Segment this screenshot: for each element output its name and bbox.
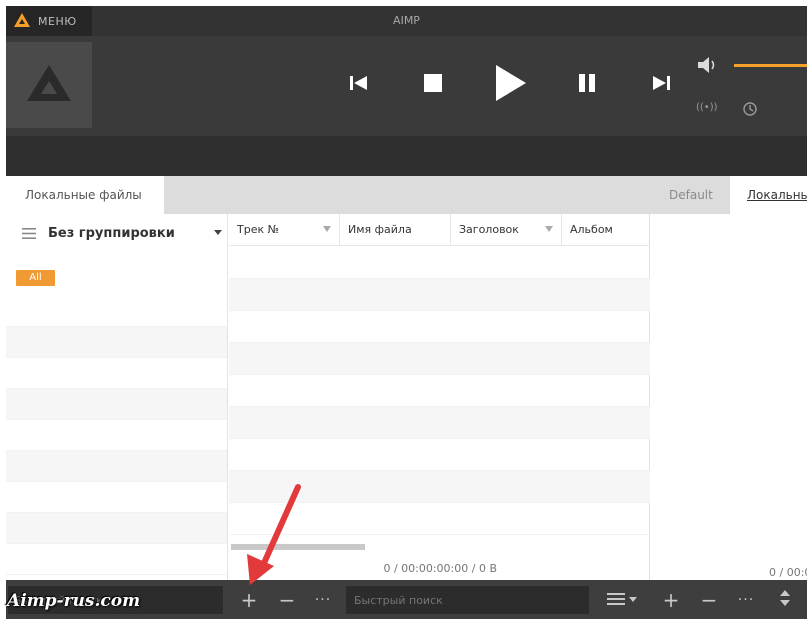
radio-icon[interactable]: ((•)) xyxy=(696,102,718,113)
playlist-remove-button[interactable]: − xyxy=(698,586,720,614)
pause-button[interactable] xyxy=(564,62,610,108)
add-files-button[interactable]: + xyxy=(238,586,260,614)
titlebar: МЕНЮ AIMP xyxy=(6,6,807,36)
column-label: Заголовок xyxy=(459,223,519,236)
playlist-menu-button[interactable] xyxy=(602,586,642,614)
column-title[interactable]: Заголовок xyxy=(451,214,562,246)
filter-icon[interactable] xyxy=(545,226,553,232)
group-list xyxy=(6,296,227,575)
all-filter-badge[interactable]: All xyxy=(16,270,55,286)
tab-local-files[interactable]: Локальные файлы xyxy=(6,176,164,214)
grouping-label: Без группировки xyxy=(48,225,175,241)
playlist-more-button[interactable]: ··· xyxy=(735,586,757,614)
aimp-window: МЕНЮ AIMP ((•)) Локальные файлы Default … xyxy=(6,6,807,619)
list-item xyxy=(6,389,227,420)
playlist-status: 0 / 00:00 xyxy=(769,566,807,579)
column-filename[interactable]: Имя файла xyxy=(340,214,451,246)
list-item xyxy=(6,513,227,544)
clock-icon[interactable] xyxy=(742,101,758,117)
table-row xyxy=(229,503,650,535)
aimp-logo-icon xyxy=(27,65,71,105)
list-item xyxy=(6,482,227,513)
tab-bar: Локальные файлы Default Локальные xyxy=(6,176,807,214)
library-more-button[interactable]: ··· xyxy=(312,586,334,614)
column-label: Имя файла xyxy=(348,223,412,236)
list-item xyxy=(6,420,227,451)
grouping-pane: Без группировки All xyxy=(6,214,228,580)
playlist-search-input[interactable] xyxy=(346,586,589,614)
pause-icon xyxy=(578,74,596,96)
track-list-header: Трек № Имя файла Заголовок Альбом xyxy=(229,214,650,246)
play-button[interactable] xyxy=(486,62,536,108)
play-icon xyxy=(496,65,526,105)
chevron-down-icon xyxy=(214,230,222,235)
playlist-add-button[interactable]: + xyxy=(660,586,682,614)
library-status: 0 / 00:00:00:00 / 0 B xyxy=(383,562,497,575)
sort-icon xyxy=(780,590,790,610)
table-row xyxy=(229,439,650,471)
next-icon xyxy=(652,75,670,95)
horizontal-scrollbar[interactable] xyxy=(231,544,365,550)
remove-files-button[interactable]: − xyxy=(276,586,298,614)
table-row xyxy=(229,279,650,311)
table-row xyxy=(229,311,650,343)
menu-button[interactable]: МЕНЮ xyxy=(6,6,92,36)
table-row xyxy=(229,375,650,407)
sort-button[interactable] xyxy=(774,586,796,614)
list-item xyxy=(6,358,227,389)
list-item xyxy=(6,296,227,327)
list-item xyxy=(6,451,227,482)
prev-icon xyxy=(350,75,368,95)
hamburger-icon xyxy=(22,224,36,243)
table-row xyxy=(229,471,650,503)
column-label: Альбом xyxy=(570,223,613,236)
track-list: Трек № Имя файла Заголовок Альбом 0 / 00… xyxy=(229,214,650,580)
column-album[interactable]: Альбом xyxy=(562,214,650,246)
app-title: AIMP xyxy=(393,14,420,27)
menu-label: МЕНЮ xyxy=(38,14,77,28)
hamburger-icon xyxy=(607,591,637,610)
list-item xyxy=(6,544,227,575)
column-track-number[interactable]: Трек № xyxy=(229,214,340,246)
playback-controls xyxy=(336,62,686,108)
seek-bar-area[interactable] xyxy=(6,136,807,176)
playlist-pane: 0 / 00:00 xyxy=(651,214,807,580)
tab-local-playlist[interactable]: Локальные xyxy=(730,176,807,214)
table-row xyxy=(229,343,650,375)
aimp-logo-icon xyxy=(14,12,30,31)
track-rows xyxy=(229,247,650,535)
stop-icon xyxy=(424,74,442,96)
volume-slider[interactable] xyxy=(734,64,807,67)
prev-button[interactable] xyxy=(336,62,382,108)
stop-button[interactable] xyxy=(410,62,456,108)
album-cover xyxy=(6,42,92,128)
next-button[interactable] xyxy=(638,62,684,108)
filter-icon[interactable] xyxy=(323,226,331,232)
player-panel: МЕНЮ AIMP ((•)) xyxy=(6,6,807,176)
grouping-selector[interactable]: Без группировки xyxy=(6,214,228,252)
table-row xyxy=(229,407,650,439)
column-label: Трек № xyxy=(237,223,280,236)
table-row xyxy=(229,247,650,279)
watermark: Aimp-rus.com xyxy=(7,591,141,611)
list-item xyxy=(6,327,227,358)
tab-default[interactable]: Default xyxy=(669,176,713,214)
volume-icon[interactable] xyxy=(696,54,720,76)
